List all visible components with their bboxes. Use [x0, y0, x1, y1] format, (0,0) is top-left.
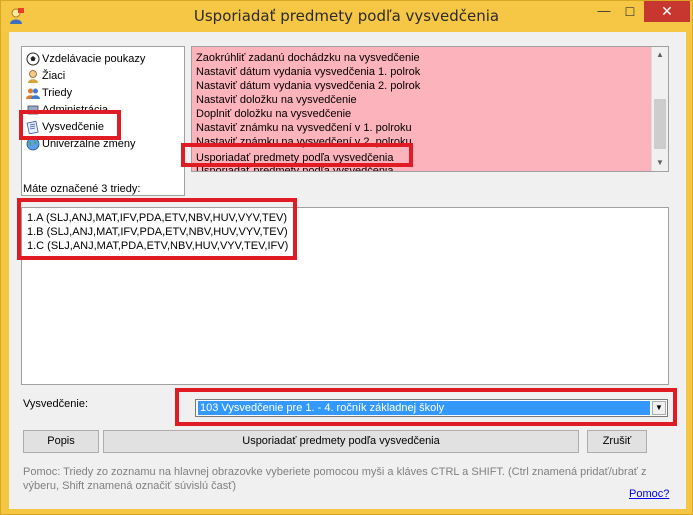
- highlight-box-vysvedcenie: [19, 110, 121, 140]
- marked-classes-label: Máte označené 3 triedy:: [23, 183, 141, 195]
- tree-item-vzdelavacie-poukazy[interactable]: Vzdelávacie poukazy: [26, 50, 145, 67]
- list-item[interactable]: Zaokrúhliť zadanú dochádzku na vysvedčen…: [196, 51, 420, 65]
- tree-item-label: Triedy: [42, 86, 73, 99]
- soccer-ball-icon: [26, 52, 40, 65]
- list-item[interactable]: Nastaviť doložku na vysvedčenie: [196, 93, 357, 107]
- highlight-box-marked-classes: [17, 198, 297, 260]
- tree-item-triedy[interactable]: Triedy: [26, 84, 72, 101]
- close-button[interactable]: ✕: [644, 1, 690, 22]
- actions-scrollbar[interactable]: ▲ ▼: [651, 47, 668, 171]
- highlight-box-sort-action: [181, 143, 413, 167]
- scroll-down-icon[interactable]: ▼: [652, 155, 668, 171]
- highlight-box-certificate: [175, 388, 677, 426]
- list-item[interactable]: Nastaviť dátum vydania vysvedčenia 1. po…: [196, 65, 420, 79]
- scroll-up-icon[interactable]: ▲: [652, 47, 668, 63]
- class-group-icon: [26, 88, 40, 99]
- tree-item-label: Vzdelávacie poukazy: [42, 52, 146, 65]
- title-bar[interactable]: Usporiadať predmety podľa vysvedčenia — …: [1, 1, 692, 32]
- dialog-window: Usporiadať predmety podľa vysvedčenia — …: [0, 0, 693, 515]
- minimize-button[interactable]: —: [591, 2, 617, 22]
- cancel-button[interactable]: Zrušiť: [587, 430, 647, 453]
- list-item[interactable]: Doplniť doložku na vysvedčenie: [196, 107, 351, 121]
- window-title: Usporiadať predmety podľa vysvedčenia: [193, 7, 500, 25]
- sort-subjects-button[interactable]: Usporiadať predmety podľa vysvedčenia: [103, 430, 579, 453]
- list-item[interactable]: Nastaviť dátum vydania vysvedčenia 2. po…: [196, 79, 420, 93]
- list-item[interactable]: Nastaviť známku na vysvedčení v 1. polro…: [196, 121, 412, 135]
- tree-item-ziaci[interactable]: Žiaci: [26, 67, 65, 84]
- help-link[interactable]: Pomoc?: [629, 488, 669, 500]
- certificate-label: Vysvedčenie:: [23, 398, 89, 410]
- popis-button[interactable]: Popis: [23, 430, 99, 453]
- scroll-thumb[interactable]: [654, 99, 666, 149]
- dialog-client-area: Vzdelávacie poukazy Žiaci Triedy Adminis…: [9, 32, 686, 509]
- student-icon: [28, 69, 38, 83]
- maximize-button[interactable]: ☐: [617, 2, 643, 22]
- help-text: Pomoc: Triedy zo zoznamu na hlavnej obra…: [23, 466, 647, 492]
- tree-item-label: Žiaci: [42, 69, 66, 82]
